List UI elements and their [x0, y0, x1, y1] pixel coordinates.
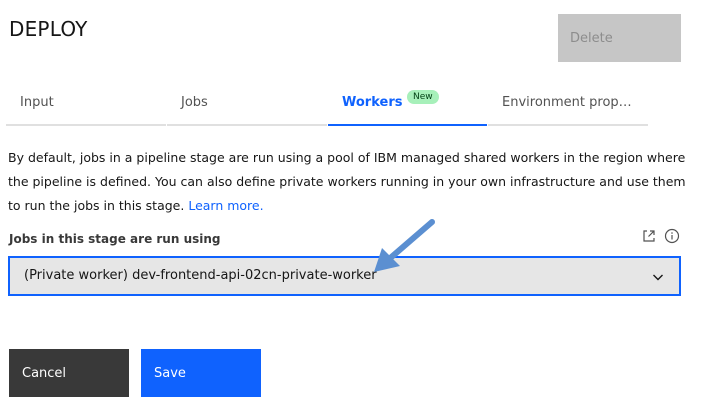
new-badge: New [407, 90, 439, 104]
save-button[interactable]: Save [141, 349, 261, 397]
tab-label: Workers [342, 95, 403, 110]
tab-label: Input [20, 95, 54, 110]
tab-bar: Input Jobs Workers New Environment prope… [6, 86, 648, 126]
worker-select[interactable]: (Private worker) dev-frontend-api-02cn-p… [8, 256, 681, 296]
tab-label: Environment properties [502, 95, 638, 110]
workers-description: By default, jobs in a pipeline stage are… [8, 146, 688, 218]
launch-icon[interactable] [641, 228, 657, 244]
worker-select-value: (Private worker) dev-frontend-api-02cn-p… [24, 268, 377, 283]
tab-environment-properties[interactable]: Environment properties [488, 86, 648, 126]
tab-input[interactable]: Input [6, 86, 166, 126]
tab-label: Jobs [181, 95, 208, 110]
cancel-button[interactable]: Cancel [9, 349, 129, 397]
chevron-down-icon [653, 274, 663, 281]
description-text: By default, jobs in a pipeline stage are… [8, 150, 686, 213]
learn-more-link[interactable]: Learn more. [188, 198, 263, 213]
info-icon[interactable] [664, 228, 680, 244]
annotation-arrow-icon [374, 219, 435, 272]
worker-field-label: Jobs in this stage are run using [9, 232, 221, 246]
page-title: DEPLOY [9, 17, 88, 41]
tab-workers[interactable]: Workers New [328, 86, 487, 126]
delete-button[interactable]: Delete [558, 14, 681, 62]
tab-jobs[interactable]: Jobs [167, 86, 327, 126]
